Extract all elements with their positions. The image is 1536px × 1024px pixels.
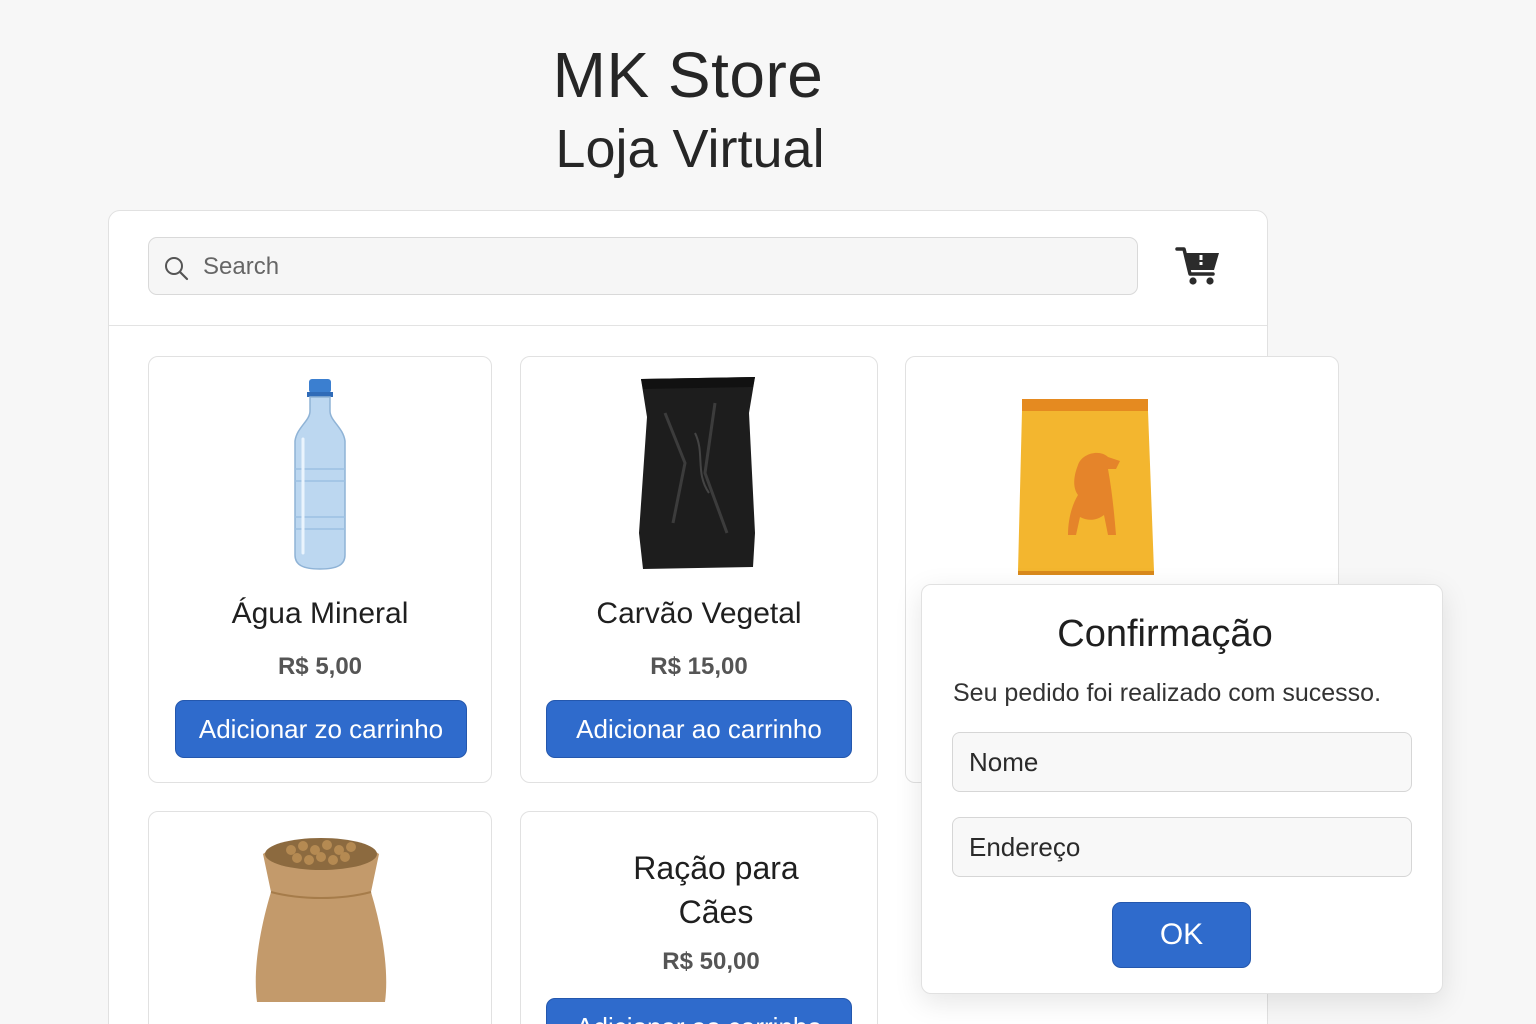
product-card-carvao-vegetal: Carvão Vegetal R$ 15,00 Adicionar ao car… [520, 356, 878, 783]
page: MK Store Loja Virtual Search Água Minera… [0, 0, 1536, 1024]
add-to-cart-button[interactable]: Adicionar zo carrinho [175, 700, 467, 758]
add-to-cart-button[interactable]: Adicionar ao carrinho [546, 700, 852, 758]
ok-button[interactable]: OK [1112, 902, 1251, 968]
store-title: MK Store [552, 39, 824, 111]
name-input[interactable] [952, 732, 1412, 792]
grain-sack-icon [255, 838, 387, 1002]
shop-header [109, 211, 1267, 326]
product-card-agua-mineral: Água Mineral R$ 5,00 Adicionar zo carrin… [148, 356, 492, 783]
product-price: R$ 15,00 [650, 653, 748, 680]
search-input[interactable] [201, 238, 1125, 296]
address-input[interactable] [952, 817, 1412, 877]
cart-icon [1175, 247, 1219, 285]
charcoal-bag-icon [639, 377, 755, 569]
product-card-racao-caes: Ração para Cães R$ 50,00 Adicionar ao ca… [520, 811, 878, 1024]
product-card-grain-sack [148, 811, 492, 1024]
modal-message: Seu pedido foi realizado com sucesso. [953, 679, 1382, 707]
product-price: R$ 50,00 [662, 948, 760, 975]
dog-food-bag-icon [1018, 399, 1154, 575]
product-name: Carvão Vegetal [596, 597, 802, 630]
search-box[interactable] [148, 237, 1138, 296]
product-name: Ração para Cães [633, 850, 799, 930]
search-icon [165, 257, 189, 281]
cart-button[interactable] [1175, 241, 1223, 289]
product-price: R$ 5,00 [277, 653, 363, 680]
confirmation-modal: Confirmação Seu pedido foi realizado com… [921, 584, 1443, 994]
store-subtitle: Loja Virtual [555, 119, 825, 179]
water-bottle-icon [294, 379, 346, 570]
product-name: Água Mineral [231, 597, 409, 630]
modal-title: Confirmação [1057, 613, 1273, 655]
add-to-cart-button[interactable]: Adicionar ao carrinho [546, 998, 852, 1024]
